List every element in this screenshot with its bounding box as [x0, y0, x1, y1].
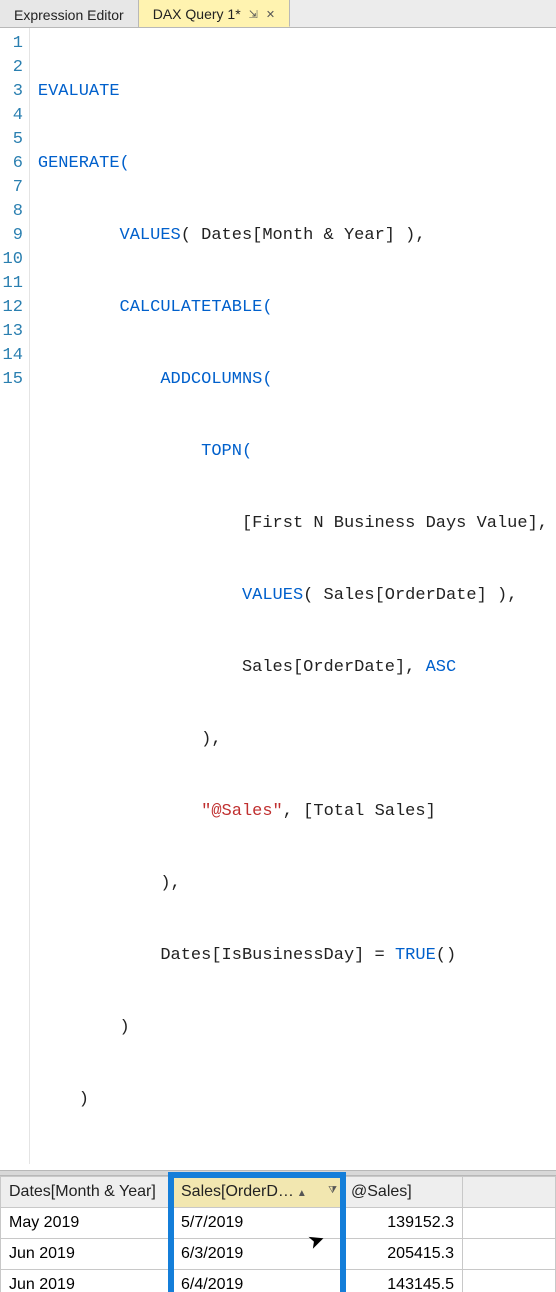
code-editor[interactable]: 123 456 789 101112 131415 EVALUATE GENER…	[0, 28, 556, 1170]
code-area[interactable]: EVALUATE GENERATE( VALUES( Dates[Month &…	[30, 28, 556, 1164]
column-header-month-year[interactable]: Dates[Month & Year]	[1, 1177, 173, 1208]
filter-icon[interactable]: ⧩	[328, 1185, 337, 1196]
tab-label: Expression Editor	[14, 7, 124, 23]
results-grid-wrap: Dates[Month & Year] Sales[OrderD…▲ ⧩ @Sa…	[0, 1176, 556, 1292]
tab-label: DAX Query 1*	[153, 6, 241, 22]
column-header-sales[interactable]: @Sales]	[343, 1177, 463, 1208]
line-gutter: 123 456 789 101112 131415	[0, 28, 30, 1164]
column-header-empty	[463, 1177, 556, 1208]
column-header-orderdate[interactable]: Sales[OrderD…▲ ⧩	[173, 1177, 343, 1208]
grid-body: May 20195/7/2019139152.3 Jun 20196/3/201…	[1, 1208, 556, 1292]
pin-icon[interactable]: ⇲	[249, 8, 258, 21]
table-row[interactable]: Jun 20196/4/2019143145.5	[1, 1270, 556, 1292]
close-icon[interactable]: ✕	[266, 8, 275, 21]
table-row[interactable]: Jun 20196/3/2019205415.3	[1, 1239, 556, 1270]
tab-dax-query-1[interactable]: DAX Query 1* ⇲ ✕	[139, 0, 290, 27]
table-row[interactable]: May 20195/7/2019139152.3	[1, 1208, 556, 1239]
sort-asc-icon: ▲	[297, 1188, 307, 1199]
tab-expression-editor[interactable]: Expression Editor	[0, 0, 139, 27]
tab-strip: Expression Editor DAX Query 1* ⇲ ✕	[0, 0, 556, 28]
results-grid[interactable]: Dates[Month & Year] Sales[OrderD…▲ ⧩ @Sa…	[0, 1176, 556, 1292]
